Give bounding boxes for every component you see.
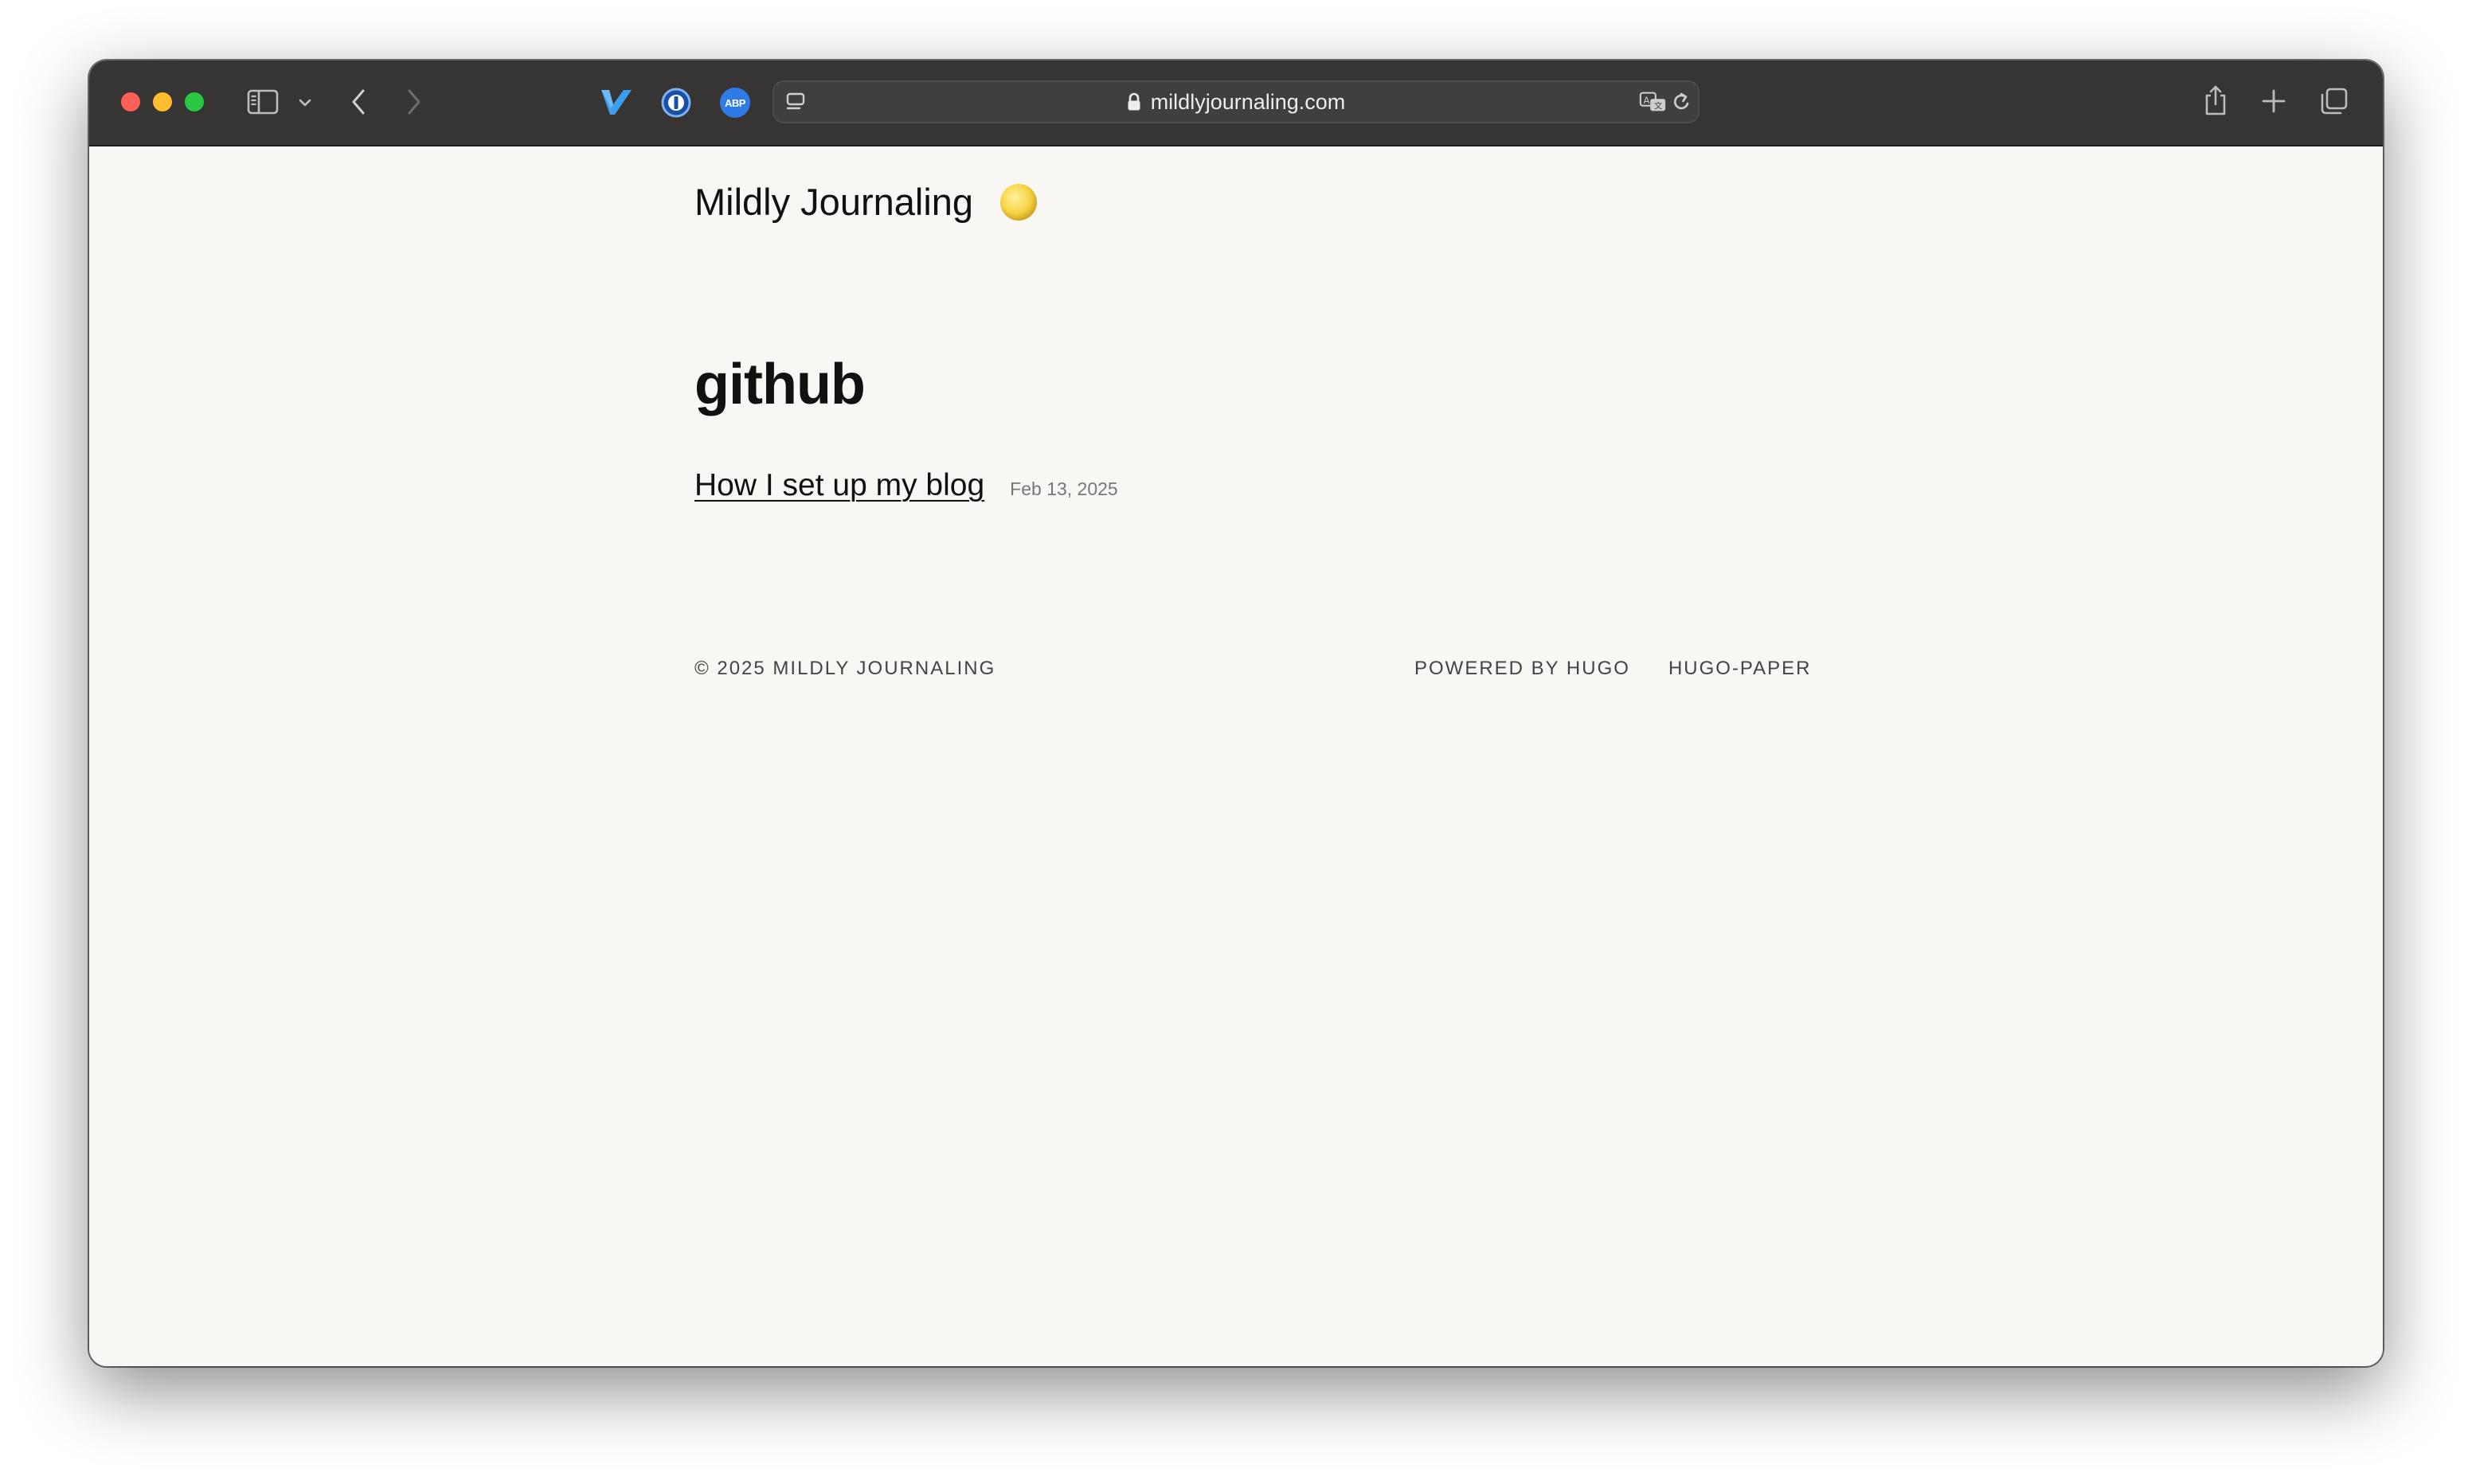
web-page: Mildly Journaling github How I set up my… (89, 146, 2383, 1366)
svg-text:A: A (1644, 95, 1650, 106)
url-display[interactable]: mildlyjournaling.com (774, 82, 1698, 122)
new-tab-plus-icon[interactable] (2260, 88, 2287, 115)
share-icon[interactable] (2201, 83, 2230, 118)
zoom-window-button[interactable] (185, 92, 204, 111)
forward-arrow-icon[interactable] (400, 84, 428, 119)
adblock-plus-extension-icon[interactable]: ABP (720, 88, 750, 118)
browser-toolbar: ABP mildlyjournaling.com A文 (89, 61, 2383, 146)
chevron-down-icon[interactable] (295, 92, 315, 113)
browser-window: ABP mildlyjournaling.com A文 Mildly Journ… (89, 61, 2383, 1366)
page-title: github (694, 353, 866, 416)
back-arrow-icon[interactable] (344, 84, 373, 119)
footer-copyright: © 2025 MILDLY JOURNALING (694, 658, 996, 679)
minimize-window-button[interactable] (153, 92, 172, 111)
powered-by-hugo-link[interactable]: POWERED BY HUGO (1414, 658, 1630, 680)
lock-icon (1127, 92, 1141, 111)
post-date: Feb 13, 2025 (1010, 478, 1118, 499)
footer-links: POWERED BY HUGO HUGO-PAPER (1414, 658, 1812, 680)
site-header: Mildly Journaling (694, 180, 1038, 224)
translate-icon[interactable]: A文 (1639, 89, 1668, 115)
svg-text:文: 文 (1654, 101, 1663, 111)
list-item: How I set up my blog Feb 13, 2025 (694, 468, 1118, 503)
theme-toggle-icon[interactable] (1000, 183, 1038, 221)
url-text: mildlyjournaling.com (1150, 89, 1346, 114)
vimari-extension-icon[interactable] (599, 84, 634, 119)
reload-icon[interactable] (1669, 91, 1693, 115)
hugo-paper-link[interactable]: HUGO-PAPER (1668, 658, 1812, 680)
address-bar[interactable]: mildlyjournaling.com A文 (772, 80, 1699, 123)
post-title-link[interactable]: How I set up my blog (694, 468, 984, 503)
site-title-link[interactable]: Mildly Journaling (694, 180, 973, 224)
1password-extension-icon[interactable] (659, 86, 693, 119)
tab-overview-icon[interactable] (2319, 86, 2349, 116)
sidebar-toggle-icon[interactable] (245, 86, 280, 118)
close-window-button[interactable] (121, 92, 140, 111)
